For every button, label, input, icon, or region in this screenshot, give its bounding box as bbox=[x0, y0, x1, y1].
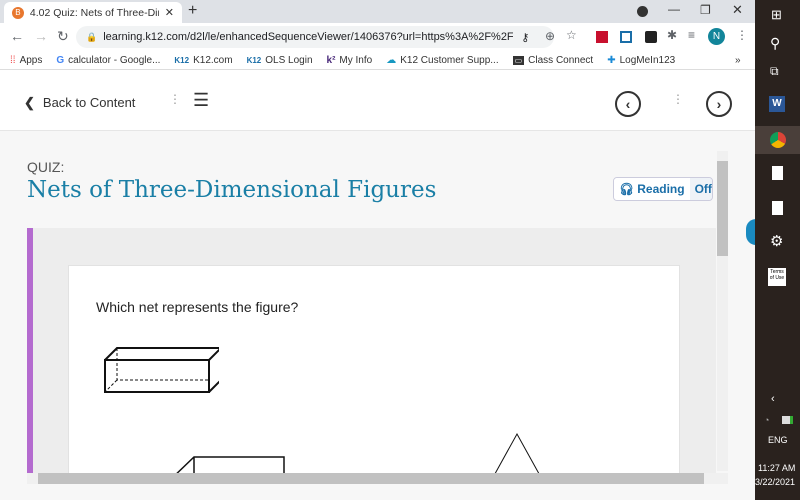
clock-date[interactable]: 3/22/2021 bbox=[755, 477, 795, 487]
bookmark-class-connect[interactable]: ▭ Class Connect bbox=[512, 54, 594, 66]
bookmark-customer-support[interactable]: ☁ K12 Customer Supp... bbox=[386, 55, 498, 66]
horizontal-scrollbar[interactable] bbox=[27, 473, 728, 484]
content-nav: ❮ Back to Content ⋮ ☰ ‹ ⋮ › bbox=[0, 76, 755, 131]
bookmark-label: My Info bbox=[339, 54, 373, 66]
video-extension-icon[interactable] bbox=[620, 31, 632, 43]
quiz-kicker: QUIZ: bbox=[27, 159, 65, 175]
search-icon[interactable]: ⚲ bbox=[770, 35, 780, 52]
bookmark-ols-login[interactable]: K12 OLS Login bbox=[247, 55, 313, 66]
bookmark-calculator[interactable]: Gcalculator - Google... bbox=[56, 55, 160, 66]
bookmark-label: Class Connect bbox=[528, 54, 594, 66]
reload-icon[interactable]: ↻ bbox=[57, 28, 69, 45]
bookmark-label: calculator - Google... bbox=[68, 54, 161, 66]
close-tab-icon[interactable]: ✕ bbox=[165, 6, 174, 19]
favicon-icon: B bbox=[12, 6, 24, 19]
url-text: learning.k12.com/d2l/le/enhancedSequence… bbox=[103, 31, 514, 43]
k2-icon: k² bbox=[326, 54, 336, 66]
reading-label: Reading bbox=[637, 182, 685, 196]
reading-label-wrap: 🎧︎ Reading bbox=[614, 178, 690, 200]
browser-tab[interactable]: B 4.02 Quiz: Nets of Three-Dimensi ✕ bbox=[4, 2, 182, 23]
back-icon[interactable]: ← bbox=[10, 28, 24, 44]
google-icon: G bbox=[56, 54, 65, 66]
hamburger-menu-icon[interactable]: ☰ bbox=[193, 90, 209, 111]
settings-gear-icon[interactable]: ⚙ bbox=[770, 232, 783, 250]
logmein-icon: ✚ bbox=[607, 54, 616, 66]
adobe-extension-icon[interactable] bbox=[596, 31, 608, 43]
shield-extension-icon[interactable] bbox=[645, 31, 657, 43]
chrome-icon[interactable] bbox=[755, 126, 800, 154]
content-area: QUIZ: Nets of Three-Dimensional Figures … bbox=[0, 131, 766, 500]
windows-start-icon[interactable]: ⊞ bbox=[771, 7, 782, 23]
bookmark-apps[interactable]: ⁞⁞ Apps bbox=[10, 55, 42, 66]
task-view-icon[interactable]: ⧉ bbox=[770, 64, 779, 79]
salesforce-cloud-icon: ☁ bbox=[386, 54, 397, 66]
tab-search-icon[interactable] bbox=[637, 6, 648, 17]
divider-dots-icon: ⋮ bbox=[169, 92, 181, 106]
show-hidden-icons-chevron[interactable]: ‹ bbox=[771, 393, 775, 405]
more-bookmarks-icon[interactable]: » bbox=[735, 55, 741, 66]
word-icon[interactable]: W bbox=[769, 96, 785, 112]
bookmark-label: K12 Customer Supp... bbox=[400, 54, 499, 66]
zoom-icon[interactable]: ⊕ bbox=[545, 29, 555, 43]
address-bar[interactable]: 🔒 learning.k12.com/d2l/le/enhancedSequen… bbox=[76, 26, 554, 48]
profile-avatar[interactable]: N bbox=[708, 28, 725, 45]
question-card: Which net represents the figure? bbox=[68, 265, 680, 481]
minimize-icon[interactable]: — bbox=[668, 2, 680, 16]
scroll-thumb[interactable] bbox=[717, 161, 728, 256]
back-to-content-link[interactable]: ❮ Back to Content bbox=[24, 95, 135, 111]
menu-kebab-icon[interactable]: ⋮ bbox=[736, 28, 748, 42]
bookmark-label: LogMeIn123 bbox=[619, 54, 676, 66]
apps-grid-icon: ⁞⁞ bbox=[10, 54, 16, 66]
bookmark-label: K12.com bbox=[193, 54, 233, 66]
language-indicator[interactable]: ENG bbox=[768, 435, 788, 445]
tab-bar: B 4.02 Quiz: Nets of Three-Dimensi ✕ + —… bbox=[0, 0, 755, 23]
forward-icon[interactable]: → bbox=[34, 28, 48, 44]
question-panel: Which net represents the figure? bbox=[27, 228, 716, 481]
bookmark-k12[interactable]: K12 K12.com bbox=[174, 55, 232, 66]
file-icon[interactable] bbox=[772, 201, 783, 215]
scroll-thumb[interactable] bbox=[38, 473, 704, 484]
bookmark-my-info[interactable]: k² My Info bbox=[327, 55, 373, 66]
chevron-left-icon: ❮ bbox=[24, 95, 35, 110]
tab-title: 4.02 Quiz: Nets of Three-Dimensi bbox=[29, 6, 159, 19]
prism-figure bbox=[104, 347, 219, 393]
headphones-icon: 🎧︎ bbox=[619, 182, 635, 196]
bookmark-star-icon[interactable]: ☆ bbox=[566, 28, 577, 42]
close-window-icon[interactable]: ✕ bbox=[732, 2, 743, 18]
next-button[interactable]: › bbox=[706, 91, 732, 117]
reading-toggle[interactable]: 🎧︎ Reading Off bbox=[613, 177, 713, 201]
divider-dots-icon: ⋮ bbox=[672, 92, 684, 106]
reading-state: Off bbox=[689, 178, 712, 200]
bookmark-label: Apps bbox=[19, 54, 43, 66]
new-tab-icon[interactable]: + bbox=[188, 2, 197, 20]
previous-button[interactable]: ‹ bbox=[615, 91, 641, 117]
bookmark-logmein[interactable]: ✚ LogMeIn123 bbox=[607, 55, 675, 66]
extensions-puzzle-icon[interactable]: ✱ bbox=[667, 28, 677, 42]
k12-icon: K12 bbox=[246, 55, 262, 65]
battery-icon bbox=[782, 416, 793, 424]
question-text: Which net represents the figure? bbox=[96, 299, 299, 315]
vertical-scrollbar[interactable] bbox=[717, 151, 728, 471]
page-title: Nets of Three-Dimensional Figures bbox=[27, 177, 437, 203]
k12-icon: K12 bbox=[174, 55, 190, 65]
clock-time[interactable]: 11:27 AM bbox=[758, 463, 795, 473]
file-icon[interactable] bbox=[772, 166, 783, 180]
windows-taskbar: ⊞ ⚲ ⧉ W ⚙ Terms of Use ‹ ◔ ENG 11:27 AM … bbox=[755, 0, 800, 500]
key-icon[interactable]: ⚷ bbox=[521, 31, 529, 44]
terms-of-use-icon[interactable]: Terms of Use bbox=[768, 268, 786, 286]
back-label: Back to Content bbox=[42, 95, 136, 110]
video-icon: ▭ bbox=[512, 55, 525, 65]
media-icon[interactable]: ≡ bbox=[688, 28, 695, 42]
bookmark-label: OLS Login bbox=[265, 54, 313, 66]
wifi-icon: ◔ bbox=[764, 415, 770, 425]
bookmarks-bar: ⁞⁞ Apps Gcalculator - Google... K12 K12.co… bbox=[0, 51, 755, 70]
restore-icon[interactable]: ❐ bbox=[700, 3, 711, 17]
lock-icon: 🔒 bbox=[86, 31, 98, 42]
